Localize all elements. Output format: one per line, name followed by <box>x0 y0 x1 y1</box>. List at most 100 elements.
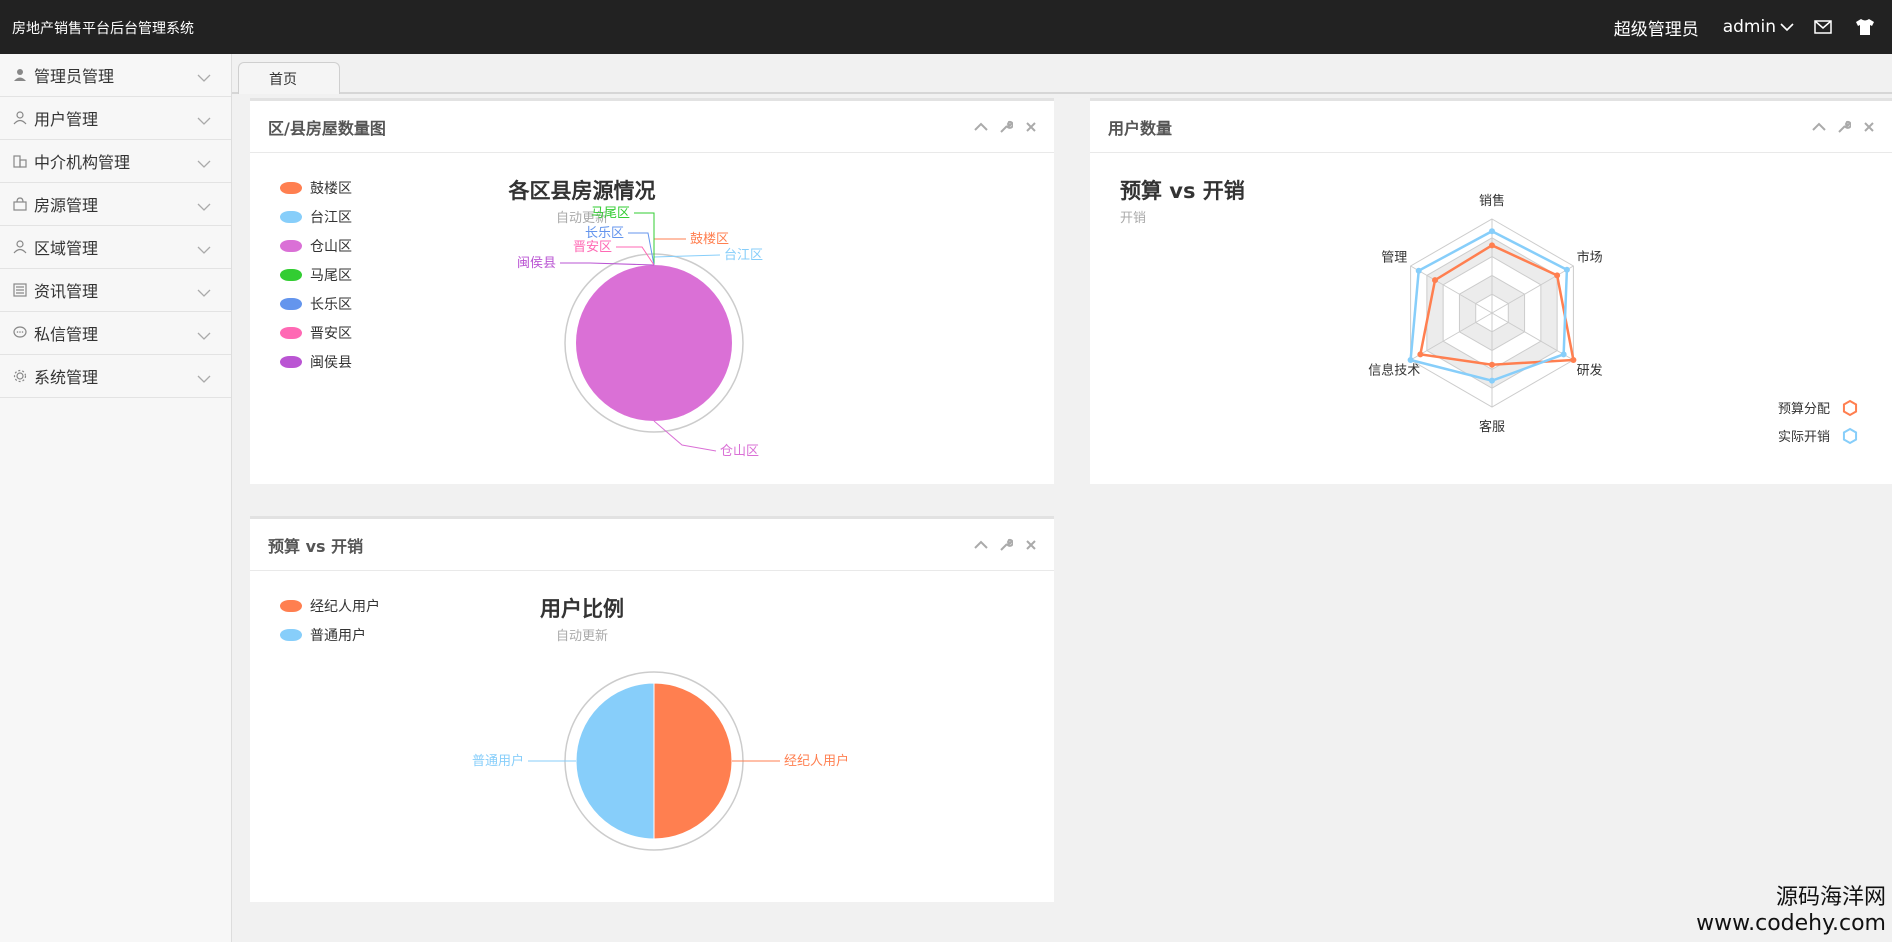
watermark-line2: www.codehy.com <box>1696 911 1886 936</box>
sidebar-item-6[interactable]: 私信管理 <box>0 312 231 355</box>
radar-indicator-label: 销售 <box>1479 193 1505 209</box>
tab-label: 首页 <box>269 71 297 88</box>
sidebar-item-label: 系统管理 <box>34 368 99 387</box>
panel-tools <box>1811 119 1876 134</box>
pie-label-line <box>628 232 655 266</box>
users-panel: 用户数量 预算 vs 开销 开销 销售 市场 研发 客服 信息技术 管理 预算分配 实际开销 <box>1090 98 1892 484</box>
chevron-down-icon <box>197 68 211 87</box>
pie-label: 闽侯县 <box>517 256 556 271</box>
radar-indicator-label: 管理 <box>1381 251 1407 266</box>
panel-title: 预算 vs 开销 <box>268 536 364 556</box>
chevron-down-icon <box>197 154 211 173</box>
pie-slice[interactable] <box>576 265 732 421</box>
radar-legend-label: 实际开销 <box>1778 430 1830 445</box>
sidebar-item-7[interactable]: 系统管理 <box>0 355 231 398</box>
radar-point[interactable] <box>1560 351 1567 358</box>
pie-label: 长乐区 <box>585 226 624 241</box>
close-icon[interactable] <box>1023 537 1038 552</box>
person-icon <box>12 67 28 83</box>
radar-indicator-label: 客服 <box>1479 419 1505 435</box>
radar-legend-marker[interactable] <box>1842 427 1858 445</box>
radar-point[interactable] <box>1563 266 1570 273</box>
chevron-down-icon <box>197 283 211 302</box>
panel-tools <box>973 537 1038 552</box>
radar-point[interactable] <box>1415 267 1422 274</box>
user-menu[interactable]: admin <box>1723 17 1794 37</box>
chevron-down-icon <box>197 326 211 345</box>
sidebar-item-label: 房源管理 <box>34 196 99 215</box>
chevron-down-icon <box>197 111 211 130</box>
pie-label: 马尾区 <box>591 206 630 221</box>
header-right: 超级管理员 admin <box>1614 0 1878 54</box>
building-icon <box>12 153 28 169</box>
radar-indicator-label: 市场 <box>1577 250 1603 266</box>
user-icon <box>12 110 28 126</box>
sidebar-item-4[interactable]: 区域管理 <box>0 226 231 269</box>
radar-point[interactable] <box>1489 228 1495 235</box>
collapse-icon[interactable] <box>1811 119 1826 134</box>
user-icon <box>12 239 28 255</box>
pie-label: 台江区 <box>724 248 763 263</box>
sidebar-item-0[interactable]: 管理员管理 <box>0 54 231 97</box>
top-bar: 房地产销售平台后台管理系统 超级管理员 admin <box>0 0 1892 54</box>
radar-point[interactable] <box>1489 361 1495 368</box>
pie-label-line <box>653 238 686 265</box>
radar-point[interactable] <box>1489 242 1495 249</box>
panel-header: 区/县房屋数量图 <box>250 101 1054 153</box>
district-panel: 区/县房屋数量图 鼓楼区 台江区 仓山区 马尾区 长乐区 晋安区 闽侯县 各区县房源情况 自… <box>250 98 1054 484</box>
mail-icon[interactable] <box>1810 14 1836 40</box>
panel-body: 鼓楼区 台江区 仓山区 马尾区 长乐区 晋安区 闽侯县 各区县房源情况 自动更新 鼓楼区 台江… <box>250 153 1054 484</box>
pie-slice[interactable] <box>653 682 733 840</box>
close-icon[interactable] <box>1023 119 1038 134</box>
tab-bar: 首页 <box>232 54 1892 94</box>
watermark-line1: 源码海洋网 <box>1775 885 1886 910</box>
pie-label-line <box>560 262 655 266</box>
tab-home[interactable]: 首页 <box>238 62 340 94</box>
watermark: 源码海洋网 www.codehy.com <box>1696 879 1886 936</box>
radar-point[interactable] <box>1432 277 1439 284</box>
sidebar-item-5[interactable]: 资讯管理 <box>0 269 231 312</box>
sidebar-item-3[interactable]: 房源管理 <box>0 183 231 226</box>
radar-point[interactable] <box>1417 351 1424 358</box>
radar-point[interactable] <box>1570 357 1577 363</box>
panel-title: 区/县房屋数量图 <box>268 118 386 138</box>
pie-label-line <box>653 420 717 452</box>
shirt-icon[interactable] <box>1852 14 1878 40</box>
gear-icon <box>12 368 28 384</box>
radar-indicator-label: 研发 <box>1577 362 1603 378</box>
close-icon[interactable] <box>1861 119 1876 134</box>
budget-radar-chart: 销售市场研发客服 信息技术 管理预算分配实际开销 <box>1368 193 1858 445</box>
wrench-icon[interactable] <box>998 537 1013 552</box>
sidebar-item-label: 私信管理 <box>34 325 99 344</box>
pie-label: 鼓楼区 <box>690 232 729 247</box>
collapse-icon[interactable] <box>973 537 988 552</box>
radar-legend-marker[interactable] <box>1842 399 1858 417</box>
pie-label-line <box>634 212 655 265</box>
collapse-icon[interactable] <box>973 119 988 134</box>
radar-indicator-label: 信息技术 <box>1368 362 1420 378</box>
app-title: 房地产销售平台后台管理系统 <box>12 21 194 37</box>
wrench-icon[interactable] <box>998 119 1013 134</box>
sidebar-item-2[interactable]: 中介机构管理 <box>0 140 231 183</box>
pie-label: 晋安区 <box>573 240 612 255</box>
bag-icon <box>12 196 28 212</box>
radar-point[interactable] <box>1489 377 1495 384</box>
sidebar-item-label: 区域管理 <box>34 239 99 258</box>
panel-tools <box>973 119 1038 134</box>
sidebar-item-label: 用户管理 <box>34 110 99 129</box>
pie-label: 普通用户 <box>472 753 524 769</box>
pie-label: 经纪人用户 <box>784 753 849 769</box>
panel-title: 用户数量 <box>1108 118 1173 138</box>
sidebar: 管理员管理用户管理中介机构管理房源管理区域管理资讯管理私信管理系统管理 <box>0 54 232 942</box>
radar-legend-label: 预算分配 <box>1778 402 1830 417</box>
chevron-down-icon <box>197 197 211 216</box>
user-ratio-pie-chart: 经纪人用户 普通用户 <box>472 671 849 851</box>
radar-point[interactable] <box>1554 272 1561 279</box>
news-icon <box>12 282 28 298</box>
sidebar-item-1[interactable]: 用户管理 <box>0 97 231 140</box>
chevron-down-icon <box>197 369 211 388</box>
radar-point[interactable] <box>1407 357 1414 363</box>
pie-slice[interactable] <box>575 682 655 840</box>
wrench-icon[interactable] <box>1836 119 1851 134</box>
panel-header: 用户数量 <box>1090 101 1892 153</box>
